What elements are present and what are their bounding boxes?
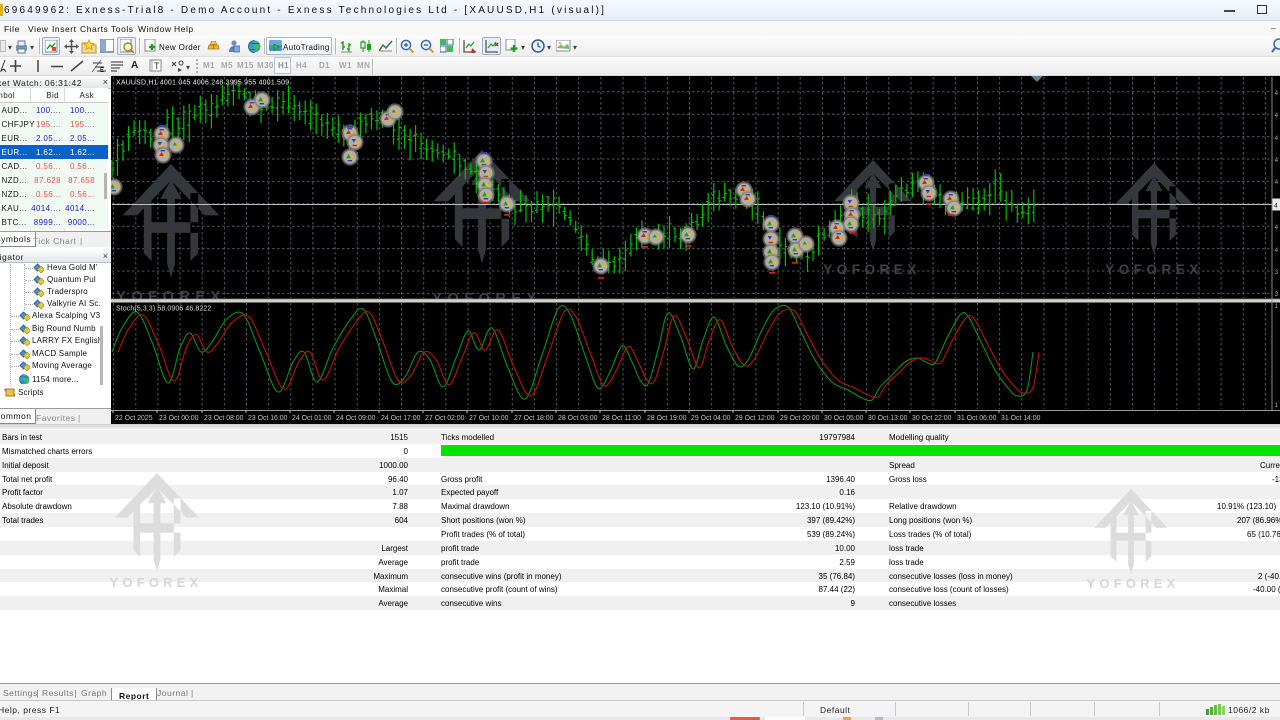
svg-text:4: 4	[1275, 224, 1279, 231]
svg-text:29 Oct 12:00: 29 Oct 12:00	[735, 415, 775, 422]
svg-text:3: 3	[1275, 269, 1279, 276]
svg-text:YOFOREX: YOFOREX	[1105, 262, 1203, 277]
svg-text:4: 4	[1275, 90, 1279, 97]
svg-text:24 Oct 17:00: 24 Oct 17:00	[381, 415, 421, 422]
svg-text:E: E	[100, 68, 104, 73]
svg-text:28 Oct 03:00: 28 Oct 03:00	[558, 415, 598, 422]
svg-text:XAUUSD,H1 4001.045 4006.248 3: XAUUSD,H1 4001.045 4006.248 3995.955 400…	[116, 80, 289, 87]
svg-text:30 Oct 05:00: 30 Oct 05:00	[824, 415, 864, 422]
svg-text:29 Oct 04:00: 29 Oct 04:00	[691, 415, 731, 422]
svg-text:24 Oct 09:00: 24 Oct 09:00	[336, 415, 376, 422]
svg-text:23 Oct 00:00: 23 Oct 00:00	[159, 415, 199, 422]
svg-text:3: 3	[1275, 291, 1279, 298]
svg-text:T: T	[154, 61, 160, 71]
svg-text:4: 4	[1275, 247, 1279, 254]
svg-text:23 Oct 08:00: 23 Oct 08:00	[204, 415, 244, 422]
svg-text:28 Oct 11:00: 28 Oct 11:00	[602, 415, 641, 422]
svg-text:29 Oct 20:00: 29 Oct 20:00	[780, 415, 820, 422]
svg-text:1: 1	[1275, 402, 1279, 409]
svg-text:27 Oct 18:00: 27 Oct 18:00	[514, 415, 554, 422]
svg-text:23 Oct 16:00: 23 Oct 16:00	[248, 415, 288, 422]
svg-text:4: 4	[1275, 179, 1279, 186]
svg-text:28 Oct 19:00: 28 Oct 19:00	[647, 415, 687, 422]
svg-text:1: 1	[1275, 303, 1279, 310]
svg-text:31 Oct 14:00: 31 Oct 14:00	[1001, 415, 1041, 422]
svg-text:YOFOREX: YOFOREX	[823, 262, 921, 277]
svg-text:Stoch(5,3,3) 58.0906 46.8222: Stoch(5,3,3) 58.0906 46.8222	[116, 306, 211, 313]
svg-text:4: 4	[1275, 135, 1279, 142]
svg-text:4: 4	[1275, 112, 1279, 119]
svg-text:4: 4	[1274, 203, 1278, 210]
svg-text:22 Oct 2025: 22 Oct 2025	[115, 415, 153, 422]
svg-text:24 Oct 01:00: 24 Oct 01:00	[292, 415, 332, 422]
svg-text:31 Oct 06:00: 31 Oct 06:00	[957, 415, 997, 422]
svg-text:27 Oct 02:00: 27 Oct 02:00	[425, 415, 465, 422]
svg-text:27 Oct 10:00: 27 Oct 10:00	[469, 415, 509, 422]
svg-text:4: 4	[1275, 157, 1279, 164]
svg-text:30 Oct 13:00: 30 Oct 13:00	[868, 415, 908, 422]
svg-text:30 Oct 22:00: 30 Oct 22:00	[912, 415, 952, 422]
